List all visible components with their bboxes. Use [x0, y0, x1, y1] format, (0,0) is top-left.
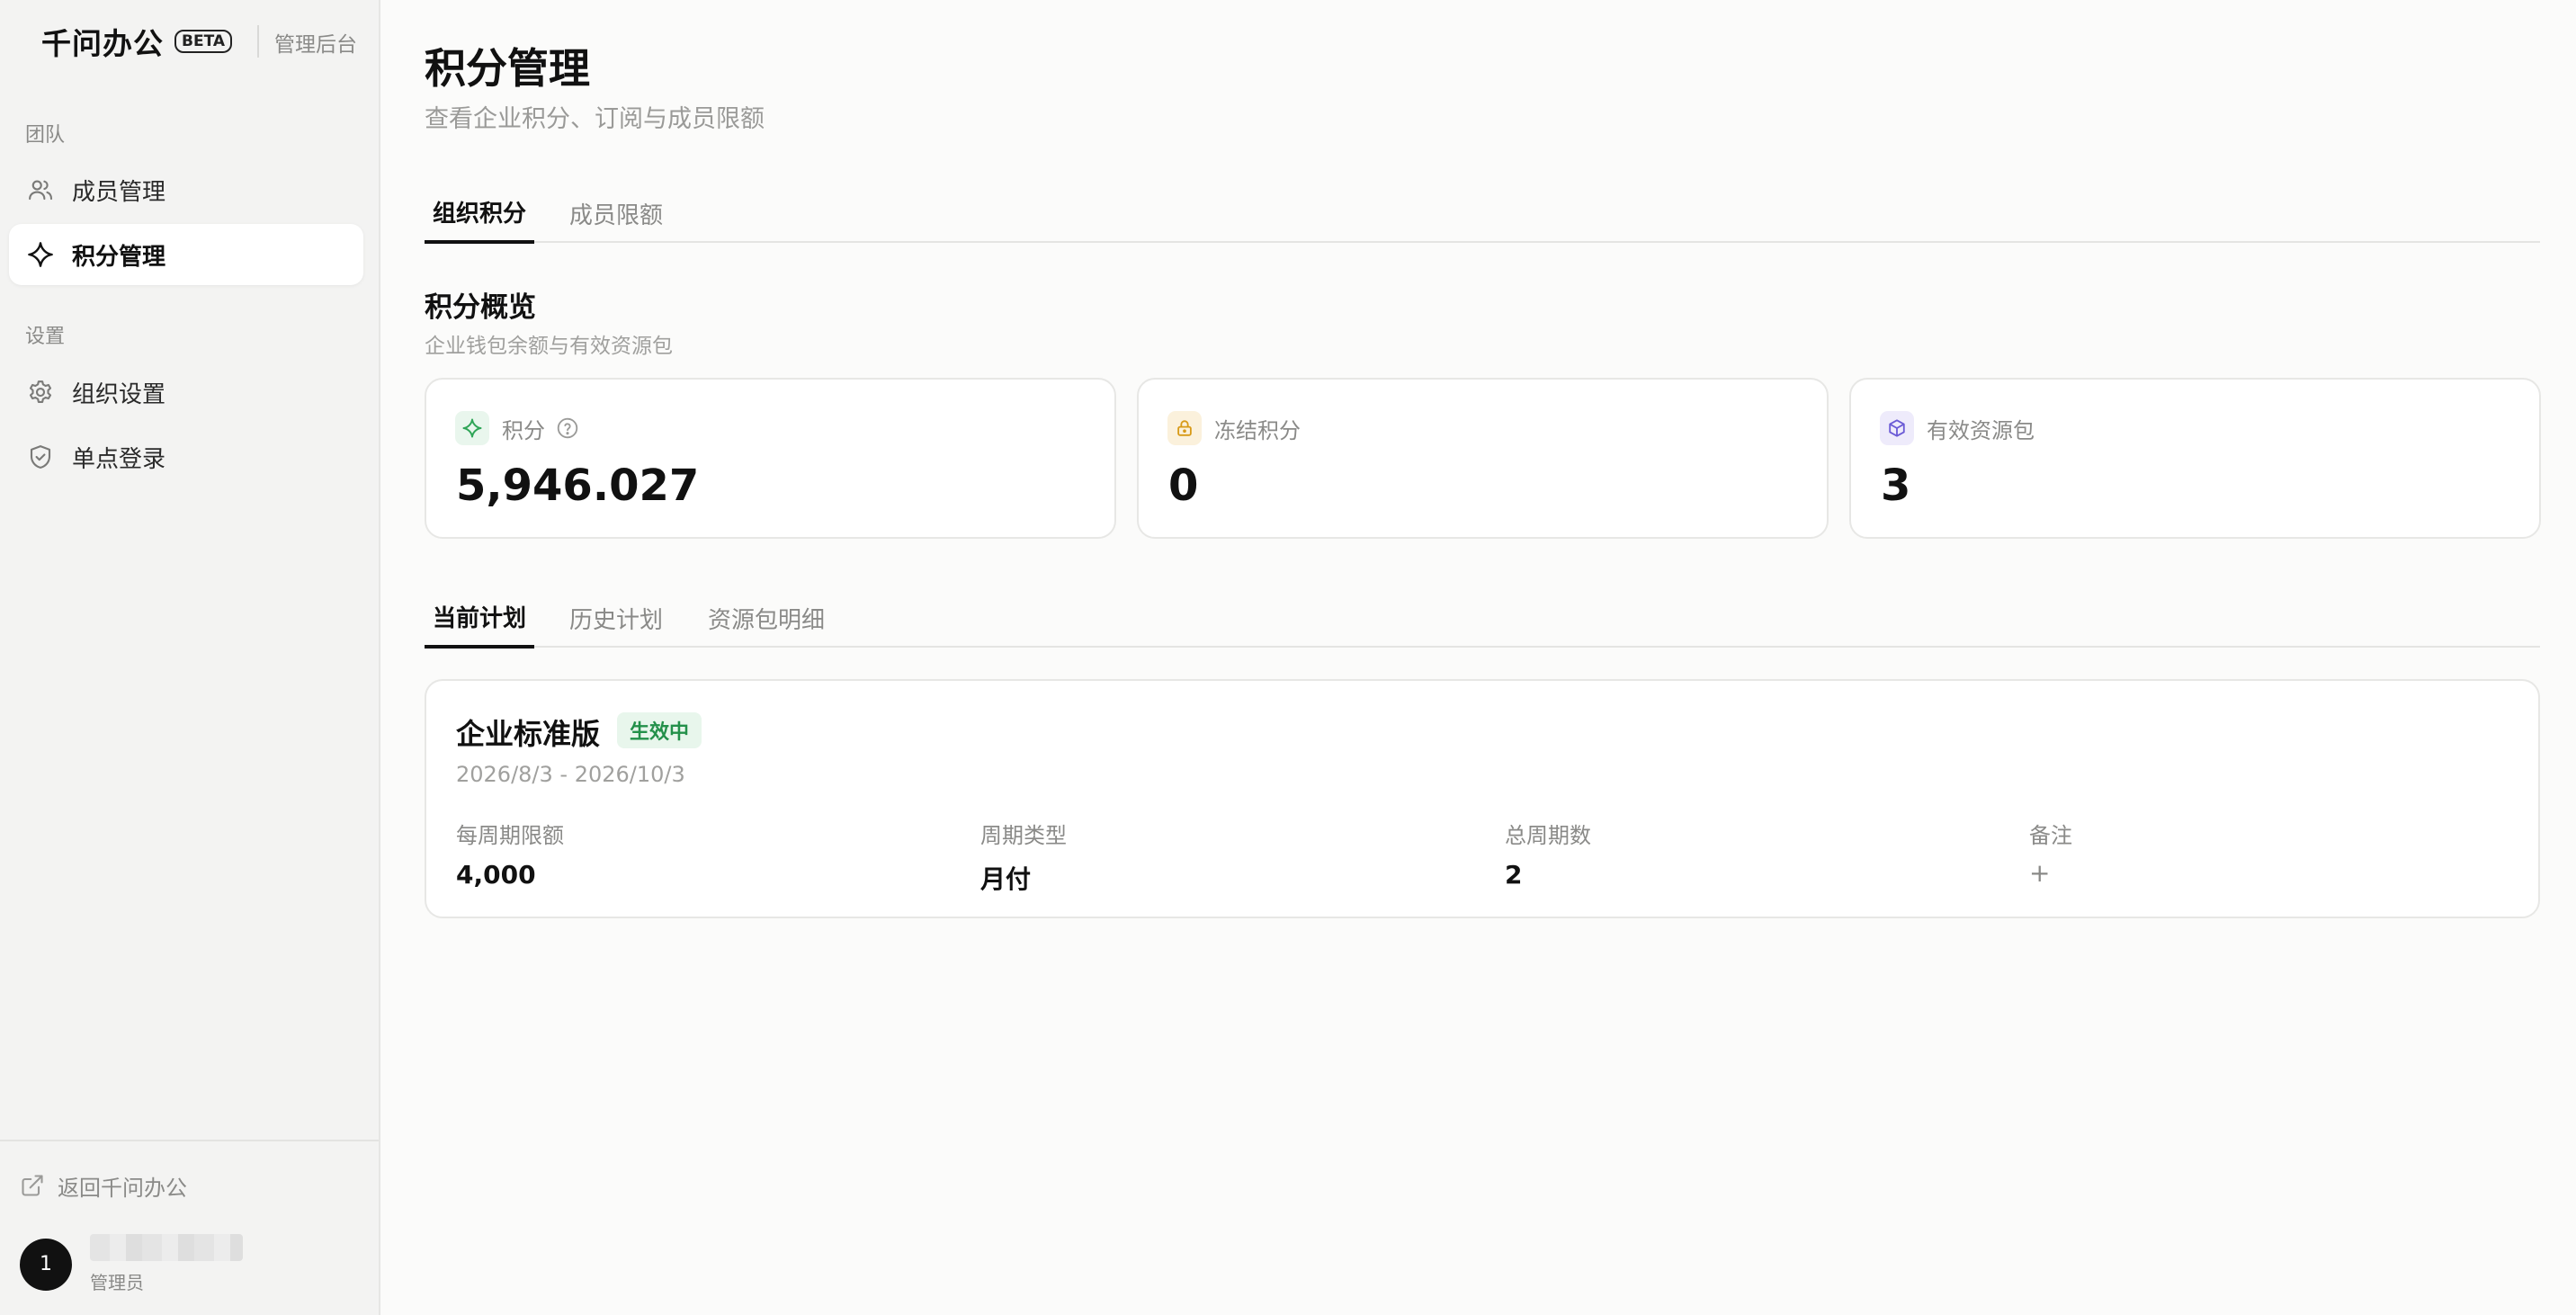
package-icon — [1880, 411, 1914, 445]
tab-member-limits[interactable]: 成员限额 — [561, 183, 671, 243]
stat-card-packages: 有效资源包 3 — [1849, 378, 2541, 539]
sidebar-group-label-settings: 设置 — [25, 326, 66, 348]
beta-badge: BETA — [174, 30, 233, 53]
sidebar-item-sso[interactable]: 单点登录 — [9, 426, 363, 488]
sparkle-icon — [25, 239, 56, 270]
stat-card-frozen: 冻结积分 0 — [1137, 378, 1829, 539]
field-label: 周期类型 — [980, 823, 1067, 848]
stat-value: 5,946.027 — [456, 461, 700, 511]
shield-check-icon — [25, 442, 56, 472]
avatar: 1 — [20, 1238, 72, 1291]
stat-value: 3 — [1881, 461, 1911, 511]
field-label: 备注 — [2029, 823, 2072, 848]
field-value: 月付 — [980, 864, 1032, 894]
back-to-app-link[interactable]: 返回千问办公 — [20, 1169, 187, 1202]
plan-date-range: 2026/8/3 - 2026/10/3 — [456, 762, 685, 787]
field-label: 总周期数 — [1505, 823, 1591, 848]
brand-logo[interactable]: 千问办公 BETA — [41, 22, 233, 61]
help-circle-icon[interactable] — [556, 416, 579, 440]
add-note-button[interactable]: + — [2029, 858, 2072, 888]
back-link-label: 返回千问办公 — [58, 1175, 187, 1201]
page-subtitle: 查看企业积分、订阅与成员限额 — [425, 105, 765, 133]
user-role: 管理员 — [90, 1272, 144, 1293]
sidebar-item-label: 成员管理 — [72, 178, 166, 206]
sidebar-divider — [0, 1140, 379, 1141]
tab-current-plan[interactable]: 当前计划 — [425, 588, 534, 649]
sparkle-icon — [455, 411, 489, 445]
stat-card-credits: 积分 5,946.027 — [425, 378, 1116, 539]
current-plan-card: 企业标准版 生效中 2026/8/3 - 2026/10/3 每周期限额 4,0… — [425, 679, 2540, 918]
sidebar-item-label: 积分管理 — [72, 243, 166, 271]
gear-icon — [25, 377, 56, 407]
overview-subtitle: 企业钱包余额与有效资源包 — [425, 335, 673, 358]
field-label: 每周期限额 — [456, 823, 564, 848]
plan-field-total-periods: 总周期数 2 — [1505, 818, 1591, 890]
tab-org-credits[interactable]: 组织积分 — [425, 183, 534, 244]
page-tabs: 组织积分 成员限额 — [425, 183, 2540, 244]
sidebar-item-members[interactable]: 成员管理 — [9, 159, 363, 220]
plan-name: 企业标准版 — [456, 717, 601, 751]
field-value: 2 — [1505, 860, 1523, 890]
stat-value: 0 — [1168, 461, 1199, 511]
external-link-icon — [20, 1173, 45, 1198]
main-content: 积分管理 查看企业积分、订阅与成员限额 组织积分 成员限额 积分概览 企业钱包余… — [380, 0, 2576, 1315]
stat-label: 积分 — [502, 417, 545, 443]
page-title: 积分管理 — [425, 44, 590, 93]
tab-history-plans[interactable]: 历史计划 — [561, 588, 671, 648]
plan-field-period-type: 周期类型 月付 — [980, 818, 1067, 896]
sidebar-item-label: 组织设置 — [72, 380, 166, 408]
plan-field-period-limit: 每周期限额 4,000 — [456, 818, 564, 890]
brand-subtitle: 管理后台 — [274, 33, 357, 57]
sidebar-item-credits[interactable]: 积分管理 — [9, 224, 363, 285]
stat-label: 冻结积分 — [1214, 417, 1301, 443]
overview-title: 积分概览 — [425, 291, 536, 324]
tab-package-details[interactable]: 资源包明细 — [699, 588, 834, 648]
brand-name: 千问办公 — [41, 26, 164, 61]
plan-field-notes: 备注 + — [2029, 818, 2072, 888]
field-value: 4,000 — [456, 860, 536, 890]
app: 千问办公 BETA 管理后台 团队 成员管理 积分管理 设置 组织设置 单点登录… — [0, 0, 2576, 1315]
user-name-redacted — [90, 1234, 243, 1261]
user-profile[interactable]: 1 管理员 — [20, 1234, 243, 1294]
sidebar-item-label: 单点登录 — [72, 445, 166, 473]
sidebar: 千问办公 BETA 管理后台 团队 成员管理 积分管理 设置 组织设置 单点登录… — [0, 0, 380, 1315]
sidebar-item-org-settings[interactable]: 组织设置 — [9, 362, 363, 423]
stat-label: 有效资源包 — [1927, 417, 2035, 443]
status-badge: 生效中 — [617, 712, 702, 748]
sidebar-group-label-team: 团队 — [25, 124, 66, 147]
users-icon — [25, 174, 56, 205]
brand-divider — [257, 25, 259, 58]
plan-tabs: 当前计划 历史计划 资源包明细 — [425, 588, 2540, 649]
lock-icon — [1167, 411, 1202, 445]
